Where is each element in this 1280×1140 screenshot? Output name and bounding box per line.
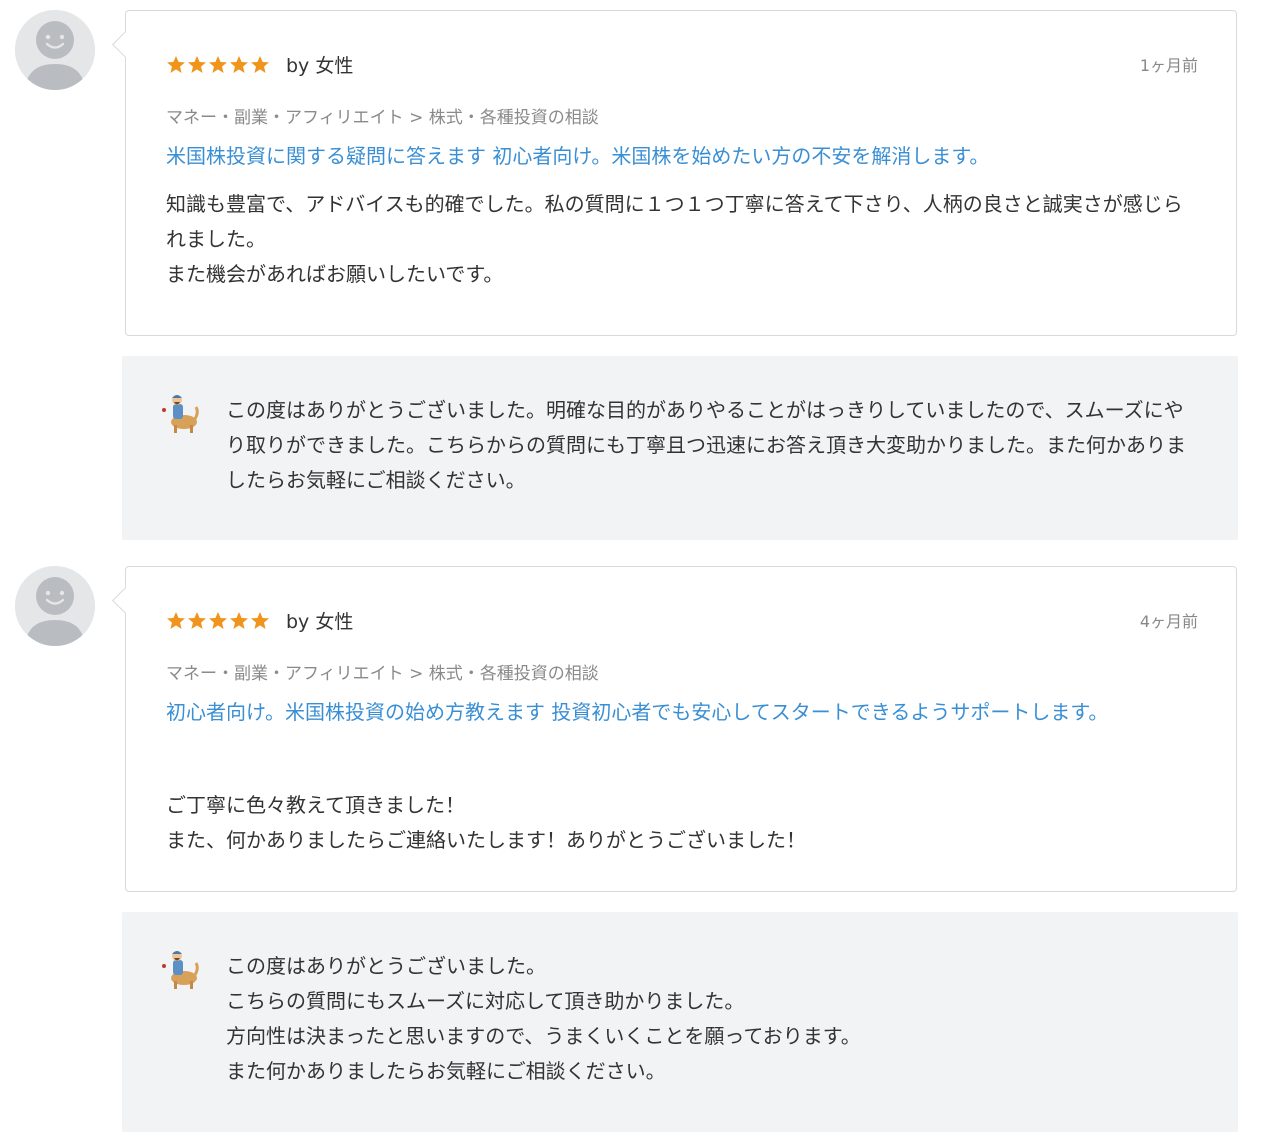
star-icon: [188, 56, 206, 73]
star-icon: [251, 612, 269, 629]
seller-avatar-icon[interactable]: [160, 948, 200, 990]
reviewer-avatar[interactable]: [15, 566, 95, 646]
review-date: 4ヶ月前: [1139, 612, 1198, 631]
service-title-link[interactable]: 初心者向け。米国株投資の始め方教えます 投資初心者でも安心してスタートできるよう…: [166, 695, 1108, 730]
reviewer-label: by 女性: [286, 55, 354, 77]
reviewer-avatar[interactable]: [15, 10, 95, 90]
review-text: 知識も豊富で、アドバイスも的確でした。私の質問に１つ１つ丁寧に答えて下さり、人柄…: [166, 192, 1183, 286]
star-icon: [209, 56, 227, 73]
seller-reply: この度はありがとうございました。明確な目的がありやることがはっきりしていましたの…: [122, 356, 1238, 540]
seller-avatar-icon[interactable]: [160, 392, 200, 434]
card-pointer: [112, 587, 139, 614]
seller-reply: この度はありがとうございました。 こちらの質問にもスムーズに対応して頂き助かりま…: [122, 912, 1238, 1132]
star-icon: [167, 612, 185, 629]
star-icon: [230, 612, 248, 629]
star-icon: [251, 56, 269, 73]
user-silhouette-icon: [15, 10, 95, 90]
service-title-link[interactable]: 米国株投資に関する疑問に答えます 初心者向け。米国株を始めたい方の不安を解消しま…: [166, 139, 989, 174]
reply-text: この度はありがとうございました。 こちらの質問にもスムーズに対応して頂き助かりま…: [226, 954, 861, 1083]
star-icon: [167, 56, 185, 73]
card-pointer: [112, 31, 139, 58]
reply-text: この度はありがとうございました。明確な目的がありやることがはっきりしていましたの…: [226, 398, 1186, 492]
user-silhouette-icon: [15, 566, 95, 646]
review-card: by 女性 1ヶ月前 マネー・副業・アフィリエイト > 株式・各種投資の相談 米…: [112, 10, 1237, 336]
review-card: by 女性 4ヶ月前 マネー・副業・アフィリエイト > 株式・各種投資の相談 初…: [112, 566, 1237, 892]
category-breadcrumb[interactable]: マネー・副業・アフィリエイト > 株式・各種投資の相談: [166, 659, 599, 684]
star-icon: [209, 612, 227, 629]
review-content: by 女性 1ヶ月前 マネー・副業・アフィリエイト > 株式・各種投資の相談 米…: [166, 55, 1198, 335]
category-breadcrumb[interactable]: マネー・副業・アフィリエイト > 株式・各種投資の相談: [166, 103, 599, 128]
star-icon: [188, 612, 206, 629]
star-icon: [230, 56, 248, 73]
review-text: ご丁寧に色々教えて頂きました！ また、何かありましたらご連絡いたします！ありがと…: [166, 793, 806, 852]
review-date: 1ヶ月前: [1139, 56, 1198, 75]
review-content: by 女性 4ヶ月前 マネー・副業・アフィリエイト > 株式・各種投資の相談 初…: [166, 611, 1198, 891]
star-rating: [166, 55, 270, 77]
reviewer-label: by 女性: [286, 611, 354, 633]
star-rating: [166, 611, 270, 633]
